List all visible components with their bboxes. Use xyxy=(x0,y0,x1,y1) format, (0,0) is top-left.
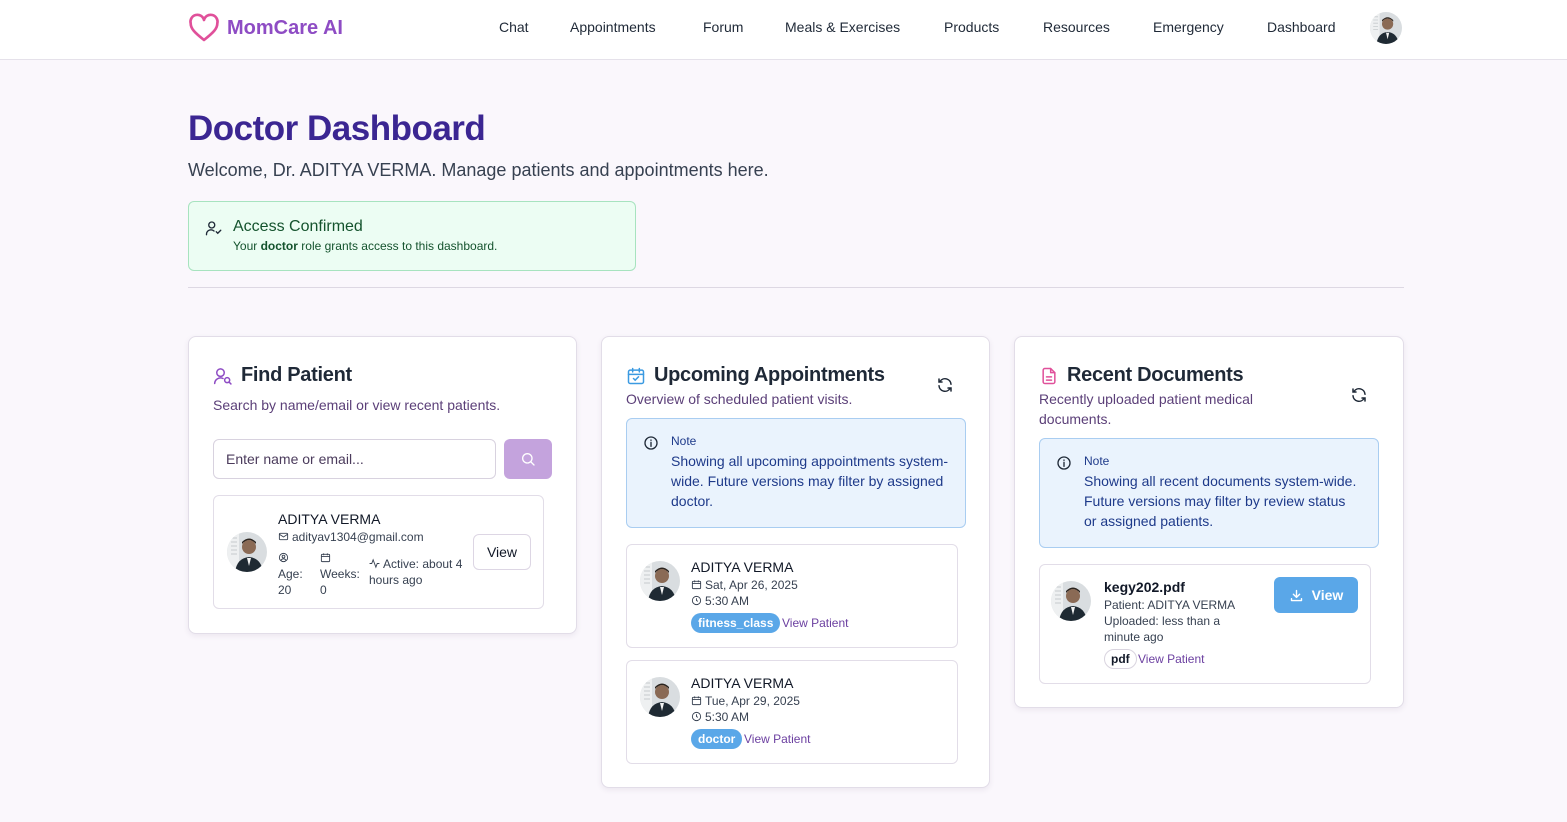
appointment-date: Tue, Apr 29, 2025 xyxy=(691,693,800,709)
appointment-patient-name: ADITYA VERMA xyxy=(691,559,794,575)
note-text: Showing all upcoming appointments system… xyxy=(671,453,949,509)
patient-email: adityav1304@gmail.com xyxy=(278,529,424,545)
patient-avatar xyxy=(640,561,680,601)
access-text: Your doctor role grants access to this d… xyxy=(233,239,498,253)
patient-age: Age: 20 xyxy=(278,550,318,598)
view-patient-link[interactable]: View Patient xyxy=(782,616,849,630)
calendar-check-icon xyxy=(627,367,645,385)
refresh-documents-icon[interactable] xyxy=(1350,386,1368,404)
calendar-icon xyxy=(691,580,702,590)
appointments-title: Upcoming Appointments xyxy=(654,364,885,386)
upcoming-appointments-card: Upcoming Appointments Overview of schedu… xyxy=(601,336,990,788)
appointment-type-badge: fitness_class xyxy=(691,613,781,633)
search-button[interactable] xyxy=(504,439,552,479)
section-divider xyxy=(188,287,1404,288)
note-title: Note xyxy=(671,434,697,448)
nav-forum[interactable]: Forum xyxy=(703,19,743,35)
view-patient-link[interactable]: View Patient xyxy=(1138,652,1205,666)
nav-dashboard[interactable]: Dashboard xyxy=(1267,19,1336,35)
brand-name: MomCare AI xyxy=(227,16,343,39)
user-check-icon xyxy=(205,221,222,236)
activity-icon xyxy=(369,558,380,569)
mail-icon xyxy=(278,532,289,541)
top-navbar: MomCare AI Chat Appointments Forum Meals… xyxy=(0,0,1567,60)
nav-emergency[interactable]: Emergency xyxy=(1153,19,1224,35)
patient-avatar xyxy=(227,532,267,572)
appointment-item: ADITYA VERMA Sat, Apr 26, 2025 5:30 AM f… xyxy=(626,544,958,648)
nav-products[interactable]: Products xyxy=(944,19,999,35)
nav-chat[interactable]: Chat xyxy=(499,19,529,35)
document-uploaded: Uploaded: less than a minute ago xyxy=(1104,614,1221,644)
view-document-button[interactable]: View xyxy=(1274,577,1358,613)
heart-icon xyxy=(189,13,219,42)
patient-weeks: Weeks: 0 xyxy=(320,550,368,598)
appointment-time: 5:30 AM xyxy=(691,593,749,609)
clock-icon xyxy=(691,595,702,606)
refresh-appointments-icon[interactable] xyxy=(936,376,954,394)
user-avatar[interactable] xyxy=(1370,12,1402,44)
patient-name: ADITYA VERMA xyxy=(278,511,381,527)
patient-avatar xyxy=(1051,581,1091,621)
find-patient-card: Find Patient Search by name/email or vie… xyxy=(188,336,577,634)
appointments-subtitle: Overview of scheduled patient visits. xyxy=(626,391,853,407)
note-title: Note xyxy=(1084,454,1110,468)
info-icon xyxy=(1057,456,1071,470)
documents-title: Recent Documents xyxy=(1067,364,1244,386)
search-icon xyxy=(522,453,535,466)
note-text: Showing all recent documents system-wide… xyxy=(1084,473,1357,529)
nav-meals-exercises[interactable]: Meals & Exercises xyxy=(785,19,900,35)
patient-active: Active: about 4 hours ago xyxy=(369,557,463,587)
patient-result-card: ADITYA VERMA adityav1304@gmail.com Age: 2… xyxy=(213,495,544,609)
welcome-text: Welcome, Dr. ADITYA VERMA. Manage patien… xyxy=(188,160,769,180)
find-patient-title: Find Patient xyxy=(241,364,352,386)
nav-appointments[interactable]: Appointments xyxy=(570,19,656,35)
user-search-icon xyxy=(213,368,232,385)
page-title: Doctor Dashboard xyxy=(188,109,486,148)
calendar-icon xyxy=(691,696,702,706)
view-patient-button[interactable]: View xyxy=(473,534,531,570)
appointments-note: Note Showing all upcoming appointments s… xyxy=(626,418,966,528)
nav-resources[interactable]: Resources xyxy=(1043,19,1110,35)
view-patient-link[interactable]: View Patient xyxy=(744,732,811,746)
role-name: doctor xyxy=(260,239,298,253)
recent-documents-card: Recent Documents Recently uploaded patie… xyxy=(1014,336,1404,708)
user-circle-icon xyxy=(278,552,289,563)
documents-subtitle: Recently uploaded patient medical docume… xyxy=(1039,391,1254,427)
file-text-icon xyxy=(1042,367,1056,385)
patient-avatar xyxy=(640,677,680,717)
brand-logo[interactable]: MomCare AI xyxy=(188,12,343,44)
download-icon xyxy=(1290,589,1302,601)
file-type-badge: pdf xyxy=(1104,649,1137,669)
patient-search-input[interactable] xyxy=(213,439,496,479)
find-patient-subtitle: Search by name/email or view recent pati… xyxy=(213,397,501,413)
document-item: kegy202.pdf Patient: ADITYA VERMA Upload… xyxy=(1039,564,1371,684)
documents-note: Note Showing all recent documents system… xyxy=(1039,438,1379,548)
access-confirmed-alert: Access Confirmed Your doctor role grants… xyxy=(188,201,636,271)
appointment-time: 5:30 AM xyxy=(691,709,749,725)
appointment-item: ADITYA VERMA Tue, Apr 29, 2025 5:30 AM d… xyxy=(626,660,958,764)
info-icon xyxy=(644,436,658,450)
access-title: Access Confirmed xyxy=(233,218,363,235)
clock-icon xyxy=(691,711,702,722)
appointment-type-badge: doctor xyxy=(691,729,743,749)
calendar-icon xyxy=(320,553,331,563)
appointment-date: Sat, Apr 26, 2025 xyxy=(691,577,798,593)
document-patient: Patient: ADITYA VERMA xyxy=(1104,598,1236,612)
document-filename: kegy202.pdf xyxy=(1104,579,1185,595)
appointment-patient-name: ADITYA VERMA xyxy=(691,675,794,691)
